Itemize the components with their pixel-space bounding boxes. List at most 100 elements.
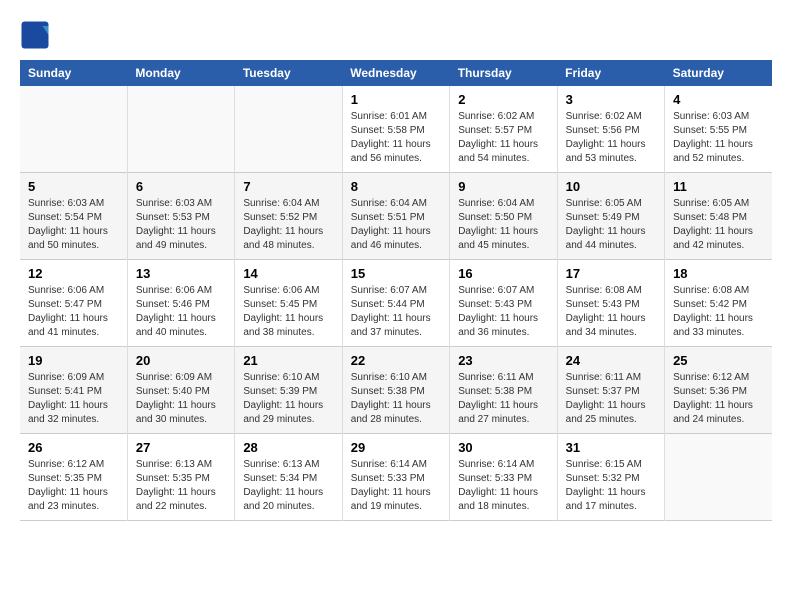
calendar-cell: 4 Sunrise: 6:03 AM Sunset: 5:55 PM Daylig… [665,86,772,173]
weekday-header: Monday [127,60,234,86]
day-info: Sunrise: 6:06 AM Sunset: 5:46 PM Dayligh… [136,284,226,340]
page-header [20,20,772,50]
calendar-cell [127,86,234,173]
calendar-cell: 16 Sunrise: 6:07 AM Sunset: 5:43 PM Dayli… [450,260,557,347]
day-number: 24 [566,353,656,368]
day-number: 10 [566,179,656,194]
calendar-cell: 6 Sunrise: 6:03 AM Sunset: 5:53 PM Daylig… [127,173,234,260]
calendar-cell [665,434,772,521]
calendar-cell: 22 Sunrise: 6:10 AM Sunset: 5:38 PM Dayli… [342,347,449,434]
weekday-header: Sunday [20,60,127,86]
day-info: Sunrise: 6:13 AM Sunset: 5:35 PM Dayligh… [136,458,226,514]
day-number: 9 [458,179,548,194]
logo [20,20,54,50]
day-info: Sunrise: 6:12 AM Sunset: 5:35 PM Dayligh… [28,458,119,514]
day-info: Sunrise: 6:07 AM Sunset: 5:43 PM Dayligh… [458,284,548,340]
day-number: 7 [243,179,333,194]
day-info: Sunrise: 6:15 AM Sunset: 5:32 PM Dayligh… [566,458,656,514]
day-info: Sunrise: 6:06 AM Sunset: 5:45 PM Dayligh… [243,284,333,340]
day-number: 28 [243,440,333,455]
day-info: Sunrise: 6:14 AM Sunset: 5:33 PM Dayligh… [458,458,548,514]
calendar-cell: 26 Sunrise: 6:12 AM Sunset: 5:35 PM Dayli… [20,434,127,521]
calendar-week-row: 12 Sunrise: 6:06 AM Sunset: 5:47 PM Dayli… [20,260,772,347]
day-info: Sunrise: 6:14 AM Sunset: 5:33 PM Dayligh… [351,458,441,514]
day-info: Sunrise: 6:04 AM Sunset: 5:51 PM Dayligh… [351,197,441,253]
weekday-header: Saturday [665,60,772,86]
day-number: 30 [458,440,548,455]
day-info: Sunrise: 6:03 AM Sunset: 5:54 PM Dayligh… [28,197,119,253]
day-number: 18 [673,266,764,281]
day-info: Sunrise: 6:04 AM Sunset: 5:50 PM Dayligh… [458,197,548,253]
calendar-cell: 14 Sunrise: 6:06 AM Sunset: 5:45 PM Dayli… [235,260,342,347]
logo-icon [20,20,50,50]
calendar-cell [20,86,127,173]
day-info: Sunrise: 6:12 AM Sunset: 5:36 PM Dayligh… [673,371,764,427]
calendar-cell: 18 Sunrise: 6:08 AM Sunset: 5:42 PM Dayli… [665,260,772,347]
day-number: 25 [673,353,764,368]
day-info: Sunrise: 6:13 AM Sunset: 5:34 PM Dayligh… [243,458,333,514]
calendar-cell: 27Sunrise: 6:13 AM Sunset: 5:35 PM Dayli… [127,434,234,521]
day-info: Sunrise: 6:04 AM Sunset: 5:52 PM Dayligh… [243,197,333,253]
day-number: 8 [351,179,441,194]
day-number: 22 [351,353,441,368]
calendar-cell: 5 Sunrise: 6:03 AM Sunset: 5:54 PM Daylig… [20,173,127,260]
calendar-cell: 1Sunrise: 6:01 AM Sunset: 5:58 PM Daylig… [342,86,449,173]
day-info: Sunrise: 6:06 AM Sunset: 5:47 PM Dayligh… [28,284,119,340]
calendar-cell: 29 Sunrise: 6:14 AM Sunset: 5:33 PM Dayli… [342,434,449,521]
calendar-table: SundayMondayTuesdayWednesdayThursdayFrid… [20,60,772,521]
day-number: 12 [28,266,119,281]
calendar-cell: 30 Sunrise: 6:14 AM Sunset: 5:33 PM Dayli… [450,434,557,521]
calendar-cell: 12 Sunrise: 6:06 AM Sunset: 5:47 PM Dayli… [20,260,127,347]
calendar-week-row: 26 Sunrise: 6:12 AM Sunset: 5:35 PM Dayli… [20,434,772,521]
day-info: Sunrise: 6:05 AM Sunset: 5:48 PM Dayligh… [673,197,764,253]
calendar-cell: 9 Sunrise: 6:04 AM Sunset: 5:50 PM Daylig… [450,173,557,260]
calendar-cell: 2Sunrise: 6:02 AM Sunset: 5:57 PM Daylig… [450,86,557,173]
calendar-cell: 13 Sunrise: 6:06 AM Sunset: 5:46 PM Dayli… [127,260,234,347]
day-info: Sunrise: 6:02 AM Sunset: 5:57 PM Dayligh… [458,110,548,166]
day-info: Sunrise: 6:10 AM Sunset: 5:39 PM Dayligh… [243,371,333,427]
day-info: Sunrise: 6:09 AM Sunset: 5:40 PM Dayligh… [136,371,226,427]
day-number: 4 [673,92,764,107]
calendar-cell: 23 Sunrise: 6:11 AM Sunset: 5:38 PM Dayli… [450,347,557,434]
day-number: 23 [458,353,548,368]
day-number: 1 [351,92,441,107]
day-number: 11 [673,179,764,194]
calendar-cell: 10 Sunrise: 6:05 AM Sunset: 5:49 PM Dayli… [557,173,664,260]
calendar-week-row: 5 Sunrise: 6:03 AM Sunset: 5:54 PM Daylig… [20,173,772,260]
day-number: 20 [136,353,226,368]
calendar-cell: 7 Sunrise: 6:04 AM Sunset: 5:52 PM Daylig… [235,173,342,260]
day-info: Sunrise: 6:03 AM Sunset: 5:55 PM Dayligh… [673,110,764,166]
calendar-week-row: 19Sunrise: 6:09 AM Sunset: 5:41 PM Dayli… [20,347,772,434]
day-number: 29 [351,440,441,455]
calendar-cell: 15Sunrise: 6:07 AM Sunset: 5:44 PM Dayli… [342,260,449,347]
calendar-week-row: 1Sunrise: 6:01 AM Sunset: 5:58 PM Daylig… [20,86,772,173]
calendar-header-row: SundayMondayTuesdayWednesdayThursdayFrid… [20,60,772,86]
calendar-cell: 19Sunrise: 6:09 AM Sunset: 5:41 PM Dayli… [20,347,127,434]
weekday-header: Tuesday [235,60,342,86]
calendar-cell: 24 Sunrise: 6:11 AM Sunset: 5:37 PM Dayli… [557,347,664,434]
day-number: 3 [566,92,656,107]
day-number: 6 [136,179,226,194]
weekday-header: Wednesday [342,60,449,86]
calendar-cell: 25 Sunrise: 6:12 AM Sunset: 5:36 PM Dayli… [665,347,772,434]
weekday-header: Friday [557,60,664,86]
day-number: 13 [136,266,226,281]
day-number: 26 [28,440,119,455]
day-info: Sunrise: 6:03 AM Sunset: 5:53 PM Dayligh… [136,197,226,253]
day-number: 19 [28,353,119,368]
day-info: Sunrise: 6:11 AM Sunset: 5:37 PM Dayligh… [566,371,656,427]
calendar-cell: 8 Sunrise: 6:04 AM Sunset: 5:51 PM Daylig… [342,173,449,260]
day-info: Sunrise: 6:08 AM Sunset: 5:42 PM Dayligh… [673,284,764,340]
day-number: 5 [28,179,119,194]
day-info: Sunrise: 6:11 AM Sunset: 5:38 PM Dayligh… [458,371,548,427]
calendar-cell: 20 Sunrise: 6:09 AM Sunset: 5:40 PM Dayli… [127,347,234,434]
day-info: Sunrise: 6:10 AM Sunset: 5:38 PM Dayligh… [351,371,441,427]
day-info: Sunrise: 6:07 AM Sunset: 5:44 PM Dayligh… [351,284,441,340]
day-info: Sunrise: 6:05 AM Sunset: 5:49 PM Dayligh… [566,197,656,253]
day-info: Sunrise: 6:08 AM Sunset: 5:43 PM Dayligh… [566,284,656,340]
day-number: 16 [458,266,548,281]
day-number: 14 [243,266,333,281]
calendar-cell: 31 Sunrise: 6:15 AM Sunset: 5:32 PM Dayli… [557,434,664,521]
day-number: 31 [566,440,656,455]
calendar-cell: 21Sunrise: 6:10 AM Sunset: 5:39 PM Dayli… [235,347,342,434]
